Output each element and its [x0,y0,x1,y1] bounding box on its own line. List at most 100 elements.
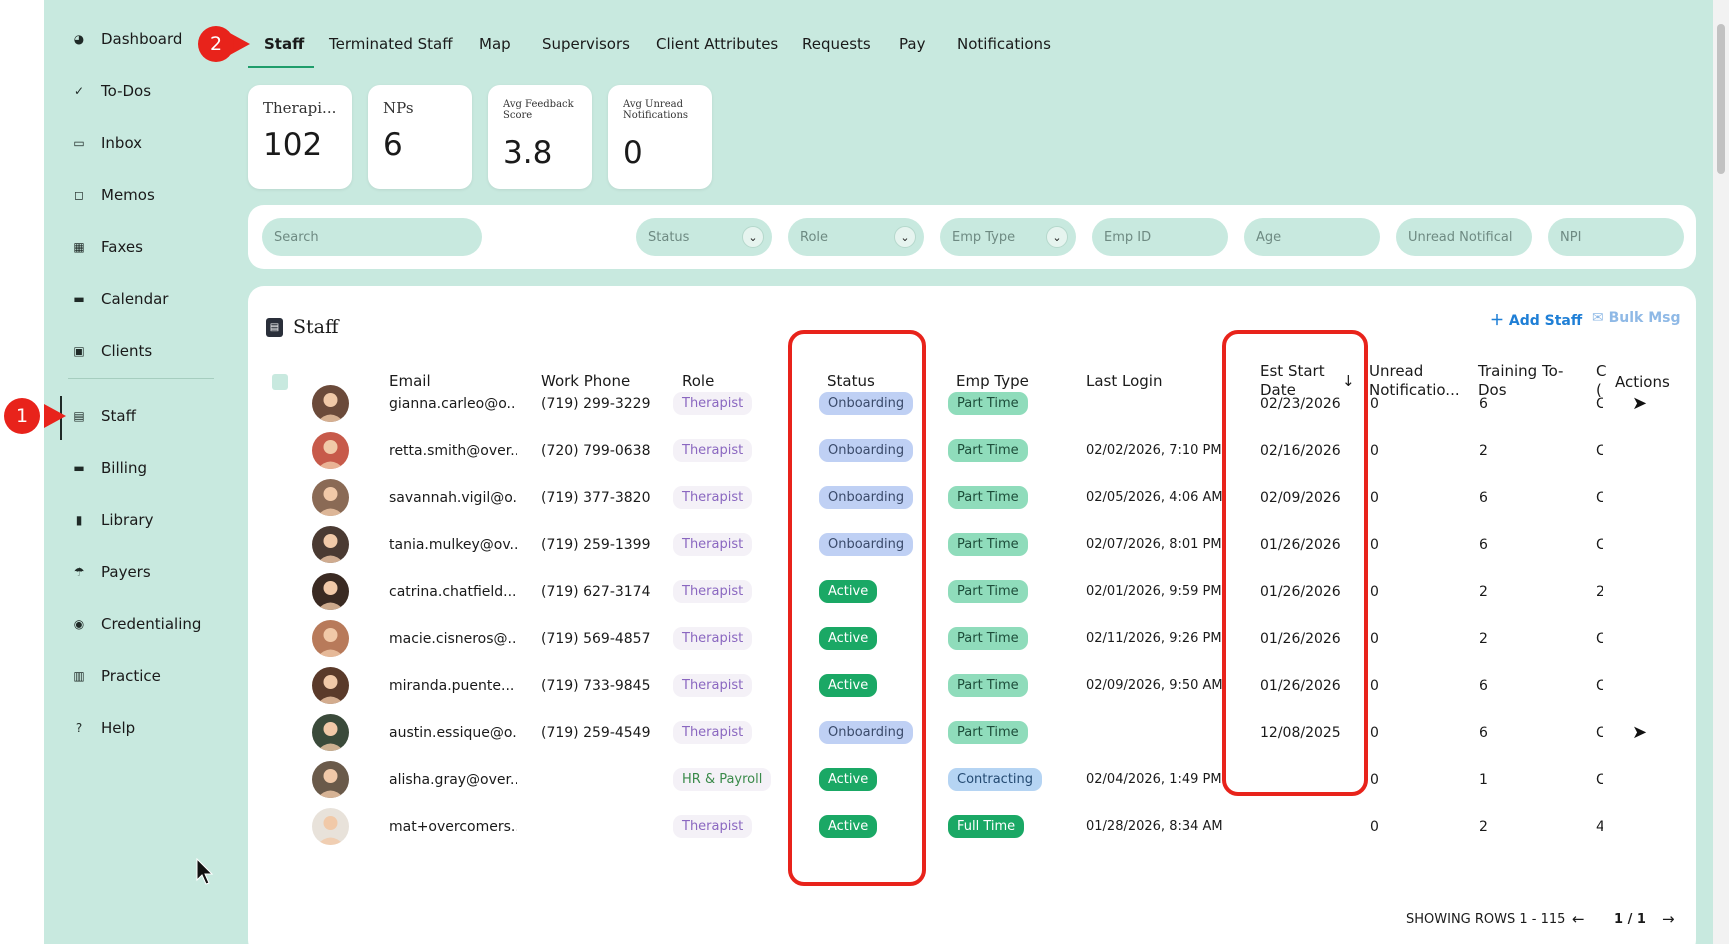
unread-cell: 0 [1370,771,1379,788]
role-filter-label: Role [800,229,829,245]
role-badge: Therapist [673,674,753,697]
sidebar-item-credentialing[interactable]: ◉ Credentialing [72,611,202,637]
status-filter[interactable]: Status ⌄ [636,218,772,256]
avatar [312,432,349,469]
sidebar-item-clients[interactable]: ▣ Clients [72,338,152,364]
email-cell[interactable]: tania.mulkey@ov... [389,521,517,568]
emp-type-badge: Part Time [948,674,1028,697]
role-badge: Therapist [673,486,753,509]
last-login-cell: 02/05/2026, 4:06 AM [1086,490,1223,505]
tab-map[interactable]: Map [479,35,511,53]
panel-title-text: Staff [293,316,339,338]
emp-type-badge: Part Time [948,486,1028,509]
memo-icon: ◻ [74,188,84,202]
emp-type-badge: Part Time [948,533,1028,556]
tab-staff[interactable]: Staff [264,35,304,53]
email-cell[interactable]: savannah.vigil@o... [389,474,517,521]
phone-cell [541,756,661,803]
npi-input[interactable]: NPI [1548,218,1684,256]
next-page-button[interactable]: → [1662,910,1675,928]
sidebar-item-library[interactable]: ▮ Library [72,507,154,533]
scrollbar-thumb[interactable] [1717,24,1725,174]
table-row[interactable]: macie.cisneros@... (719) 569-4857 Therapis… [248,615,1696,662]
email-cell[interactable]: mat+overcomers... [389,803,517,850]
emp-type-cell: Part Time [948,474,1058,521]
sidebar-item-practice[interactable]: ▥ Practice [72,663,161,689]
unread-cell: 0 [1370,395,1379,412]
chevron-down-icon[interactable]: ⌄ [742,226,764,248]
stat-label: NPs [383,99,414,117]
tab-notifications[interactable]: Notifications [957,35,1051,53]
search-input[interactable]: Search [262,218,482,256]
role-filter[interactable]: Role ⌄ [788,218,924,256]
tab-supervisors[interactable]: Supervisors [542,35,630,53]
chevron-down-icon[interactable]: ⌄ [894,226,916,248]
sidebar-item-memos[interactable]: ◻ Memos [72,182,155,208]
send-icon[interactable]: ➤ [1632,722,1647,743]
table-row[interactable]: tania.mulkey@ov... (719) 259-1399 Therapis… [248,521,1696,568]
table-row[interactable]: retta.smith@over... (720) 799-0638 Therapi… [248,427,1696,474]
phone-cell: (720) 799-0638 [541,442,651,459]
sidebar-item-staff[interactable]: ▤ Staff [72,403,136,429]
emp-type-badge: Contracting [948,768,1043,791]
highlight-est-start-date-column [1222,330,1368,796]
sidebar-item-help[interactable]: ? Help [72,715,135,741]
sidebar-item-faxes[interactable]: ▦ Faxes [72,234,143,260]
email-cell[interactable]: austin.essique@o... [389,709,517,756]
email-cell[interactable]: macie.cisneros@... [389,615,517,662]
table-row[interactable]: mat+overcomers... Therapist Active Full Tim… [248,803,1696,850]
age-input[interactable]: Age [1244,218,1380,256]
stat-card-avg-feedback[interactable]: Avg Feedback Score 3.8 [488,85,592,189]
sidebar-divider [68,378,214,379]
marker-1-pointer [44,404,66,428]
table-row[interactable]: catrina.chatfield... (719) 627-3174 Therap… [248,568,1696,615]
truncated-cell: C [1596,677,1603,694]
emp-type-cell: Part Time [948,380,1058,427]
sidebar-item-to-dos[interactable]: ✓ To-Dos [72,78,151,104]
avatar [312,808,349,845]
stat-card-therapists[interactable]: Therapi... 102 [248,85,352,189]
tab-terminated-staff[interactable]: Terminated Staff [329,35,453,53]
send-icon[interactable]: ➤ [1632,393,1647,414]
sidebar-item-billing[interactable]: ▬ Billing [72,455,147,481]
table-row[interactable]: alisha.gray@over... HR & Payroll Active Con… [248,756,1696,803]
bulk-msg-button[interactable]: ✉ Bulk Msg [1592,310,1681,326]
stat-card-nps[interactable]: NPs 6 [368,85,472,189]
person-icon [317,628,344,657]
email-cell[interactable]: catrina.chatfield... [389,568,517,615]
tab-requests[interactable]: Requests [802,35,871,53]
table-row[interactable]: gianna.carleo@o... (719) 299-3229 Therapis… [248,380,1696,427]
email-cell[interactable]: miranda.puente... [389,662,517,709]
add-staff-button[interactable]: ＋ Add Staff [1490,310,1582,330]
table-row[interactable]: savannah.vigil@o... (719) 377-3820 Therapi… [248,474,1696,521]
stat-value: 3.8 [503,135,553,171]
training-cell: 1 [1479,771,1488,788]
email-cell[interactable]: gianna.carleo@o... [389,380,517,427]
table-row[interactable]: austin.essique@o... (719) 259-4549 Therapi… [248,709,1696,756]
phone-cell: (719) 259-1399 [541,536,651,553]
email-cell[interactable]: alisha.gray@over... [389,756,517,803]
sidebar-item-dashboard[interactable]: ◕ Dashboard [72,26,183,52]
phone-cell [541,803,661,850]
emp-type-cell: Part Time [948,709,1058,756]
avatar [312,714,349,751]
panel-title: ▤ Staff [266,316,338,338]
truncated-cell: C [1596,771,1603,788]
email-cell[interactable]: retta.smith@over... [389,427,517,474]
sidebar-item-payers[interactable]: ☂ Payers [72,559,151,585]
stat-label: Therapi... [263,99,337,117]
prev-page-button[interactable]: ← [1572,910,1585,928]
chevron-down-icon[interactable]: ⌄ [1046,226,1068,248]
marker-1-label: 1 [15,405,29,427]
tab-client-attributes[interactable]: Client Attributes [656,35,778,53]
unread-notifications-input[interactable]: Unread Notifical [1396,218,1532,256]
fax-icon: ▦ [73,240,85,254]
sidebar-item-calendar[interactable]: ▬ Calendar [72,286,168,312]
sidebar-item-inbox[interactable]: ▭ Inbox [72,130,142,156]
vertical-scrollbar[interactable] [1713,0,1729,944]
tab-pay[interactable]: Pay [899,35,925,53]
table-row[interactable]: miranda.puente... (719) 733-9845 Therapist… [248,662,1696,709]
emp-id-input[interactable]: Emp ID [1092,218,1228,256]
emp-type-filter[interactable]: Emp Type ⌄ [940,218,1076,256]
stat-card-avg-unread[interactable]: Avg Unread Notifications 0 [608,85,712,189]
